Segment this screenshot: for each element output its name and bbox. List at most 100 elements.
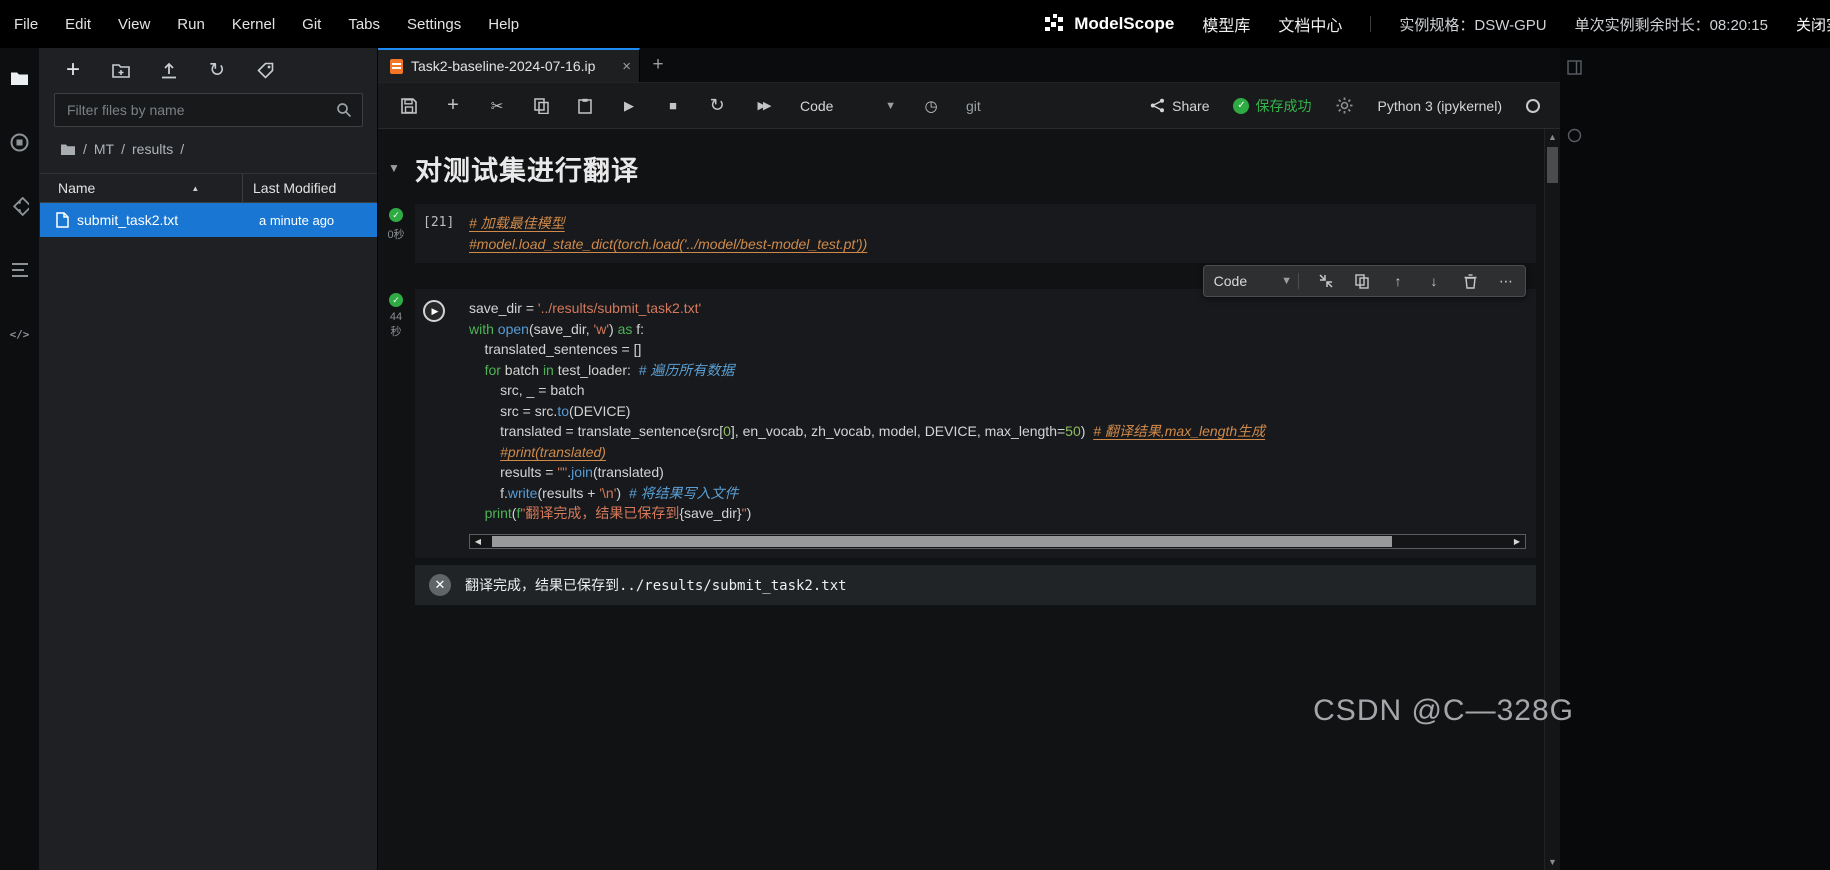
new-launcher-button[interactable]: + (64, 58, 82, 82)
run-icon[interactable]: ▶ (620, 97, 638, 115)
duplicate-cell-icon[interactable] (1353, 272, 1371, 290)
scroll-down-icon[interactable]: ▼ (1545, 857, 1560, 867)
chevron-down-icon: ▼ (1281, 275, 1292, 287)
save-status-label: 保存成功 (1255, 97, 1312, 114)
cell-2-editor[interactable]: save_dir = '../results/submit_task2.txt'… (469, 298, 1526, 524)
menu-tabs[interactable]: Tabs (348, 16, 380, 33)
cell-1-status-gutter: ✓ 0秒 (382, 208, 410, 242)
save-icon[interactable] (400, 97, 418, 115)
model-hub-link[interactable]: 模型库 (1202, 12, 1250, 36)
menu-settings[interactable]: Settings (407, 16, 461, 33)
close-instance-button[interactable]: 关闭实例 (1796, 14, 1830, 35)
move-cell-down-icon[interactable]: ↓ (1425, 272, 1443, 290)
collapse-cell-icon[interactable] (1317, 272, 1335, 290)
menubar-right: ModelScope 模型库 文档中心 实例规格：DSW-GPU 单次实例剩余时… (1044, 12, 1830, 36)
tab-close-icon[interactable]: × (622, 58, 631, 75)
cell-toolbar-type-dropdown[interactable]: Code ▼ (1214, 273, 1299, 289)
activity-bar: </> (0, 48, 40, 870)
cut-icon[interactable]: ✂ (488, 97, 506, 115)
stop-icon[interactable]: ■ (664, 97, 682, 115)
cell-exec-time-unit: 秒 (390, 326, 402, 338)
restart-kernel-icon[interactable]: ↻ (708, 95, 726, 115)
scroll-left-icon[interactable]: ◀ (470, 537, 486, 546)
column-header-last-modified[interactable]: Last Modified (242, 174, 377, 202)
cell-success-icon: ✓ (389, 208, 403, 222)
move-cell-up-icon[interactable]: ↑ (1389, 272, 1407, 290)
file-modified: a minute ago (259, 212, 335, 228)
git-panel-icon[interactable] (10, 196, 30, 216)
cell-1-editor[interactable]: # 加载最佳模型 #model.load_state_dict(torch.loa… (469, 213, 1526, 254)
menu-run[interactable]: Run (177, 16, 205, 33)
breadcrumb-results[interactable]: results (132, 141, 173, 157)
vertical-scrollbar-thumb[interactable] (1547, 147, 1558, 183)
extensions-code-icon[interactable]: </> (10, 324, 30, 344)
breadcrumb-sep: / (121, 141, 125, 157)
modelscope-logo-icon (1044, 13, 1066, 35)
file-row-selected[interactable]: submit_task2.txt a minute ago (40, 203, 377, 237)
tag-icon[interactable] (256, 61, 274, 79)
code-cell-2: ✓ 44 秒 Code ▼ ↑ ↓ ⋯ ▶ save_dir = '../res… (389, 265, 1536, 558)
scrollbar-thumb[interactable] (492, 535, 1393, 547)
menu-kernel[interactable]: Kernel (232, 16, 275, 33)
home-folder-icon[interactable] (60, 143, 76, 156)
insert-cell-icon[interactable]: + (444, 94, 462, 116)
file-list-header: Name ▲ Last Modified (40, 173, 377, 203)
share-button[interactable]: Share (1150, 98, 1209, 114)
breadcrumb-sep: / (180, 141, 185, 157)
sort-ascending-icon: ▲ (191, 183, 200, 193)
column-modified-label: Last Modified (253, 180, 337, 196)
menubar: File Edit View Run Kernel Git Tabs Setti… (0, 0, 1830, 48)
more-actions-icon[interactable]: ⋯ (1497, 272, 1515, 290)
cell-1-body: [21] # 加载最佳模型 #model.load_state_dict(torc… (415, 204, 1536, 263)
cell-horizontal-scrollbar[interactable]: ◀ ▶ (469, 533, 1526, 549)
filter-files-input[interactable] (65, 101, 336, 119)
share-icon (1150, 98, 1165, 113)
cell-type-dropdown[interactable]: Code ▼ (800, 98, 896, 114)
running-sessions-icon[interactable] (10, 132, 30, 152)
right-panel-icon-1[interactable] (1565, 58, 1583, 76)
chevron-down-icon: ▼ (885, 99, 896, 112)
tab-notebook[interactable]: Task2-baseline-2024-07-16.ip × (378, 48, 640, 82)
history-clock-icon[interactable]: ◷ (922, 97, 940, 115)
csdn-watermark: CSDN @C—328G (1313, 694, 1574, 727)
file-browser-icon[interactable] (10, 68, 30, 88)
run-cell-button[interactable]: ▶ (423, 300, 445, 322)
file-icon (56, 212, 69, 228)
menu-edit[interactable]: Edit (65, 16, 91, 33)
column-header-name[interactable]: Name ▲ (40, 180, 242, 196)
notebook-vertical-scrollbar[interactable]: ▲ ▼ (1544, 129, 1560, 870)
kernel-name[interactable]: Python 3 (ipykernel) (1377, 98, 1502, 114)
app-window: File Edit View Run Kernel Git Tabs Setti… (0, 0, 1830, 870)
file-browser-toolbar: + ↻ (40, 48, 377, 82)
cell-2-editor-col: save_dir = '../results/submit_task2.txt'… (469, 298, 1526, 549)
menu-help[interactable]: Help (488, 16, 519, 33)
restart-run-all-icon[interactable]: ▶▶ (752, 97, 774, 115)
modelscope-brand[interactable]: ModelScope (1044, 13, 1174, 35)
file-browser-panel: + ↻ / MT / results / (40, 48, 378, 870)
new-folder-icon[interactable] (112, 61, 130, 79)
save-status: ✓ 保存成功 (1233, 96, 1311, 116)
menu-view[interactable]: View (118, 16, 150, 33)
refresh-icon[interactable]: ↻ (208, 60, 226, 81)
cell-toolbar: Code ▼ ↑ ↓ ⋯ (1202, 265, 1526, 297)
cell-2-body: ▶ save_dir = '../results/submit_task2.tx… (415, 289, 1536, 558)
breadcrumb-mt[interactable]: MT (94, 141, 114, 157)
docs-link[interactable]: 文档中心 (1278, 12, 1342, 36)
menu-git[interactable]: Git (302, 16, 321, 33)
paste-icon[interactable] (576, 97, 594, 115)
delete-cell-icon[interactable] (1461, 272, 1479, 290)
main-area: Task2-baseline-2024-07-16.ip × + + ✂ ▶ ■… (378, 48, 1560, 870)
scrollbar-track[interactable] (486, 535, 1509, 548)
table-of-contents-icon[interactable] (10, 260, 30, 280)
gear-icon[interactable] (1335, 97, 1353, 115)
collapse-arrow-icon[interactable]: ▼ (388, 161, 400, 175)
scroll-up-icon[interactable]: ▲ (1545, 132, 1560, 142)
new-tab-button[interactable]: + (640, 48, 676, 82)
copy-icon[interactable] (532, 97, 550, 115)
upload-icon[interactable] (160, 61, 178, 79)
markdown-heading-row: ▼ 对测试集进行翻译 (388, 149, 1536, 188)
right-panel-icon-2[interactable] (1565, 126, 1583, 144)
menu-file[interactable]: File (14, 16, 38, 33)
git-status-label: git (966, 97, 981, 114)
scroll-right-icon[interactable]: ▶ (1509, 537, 1525, 546)
